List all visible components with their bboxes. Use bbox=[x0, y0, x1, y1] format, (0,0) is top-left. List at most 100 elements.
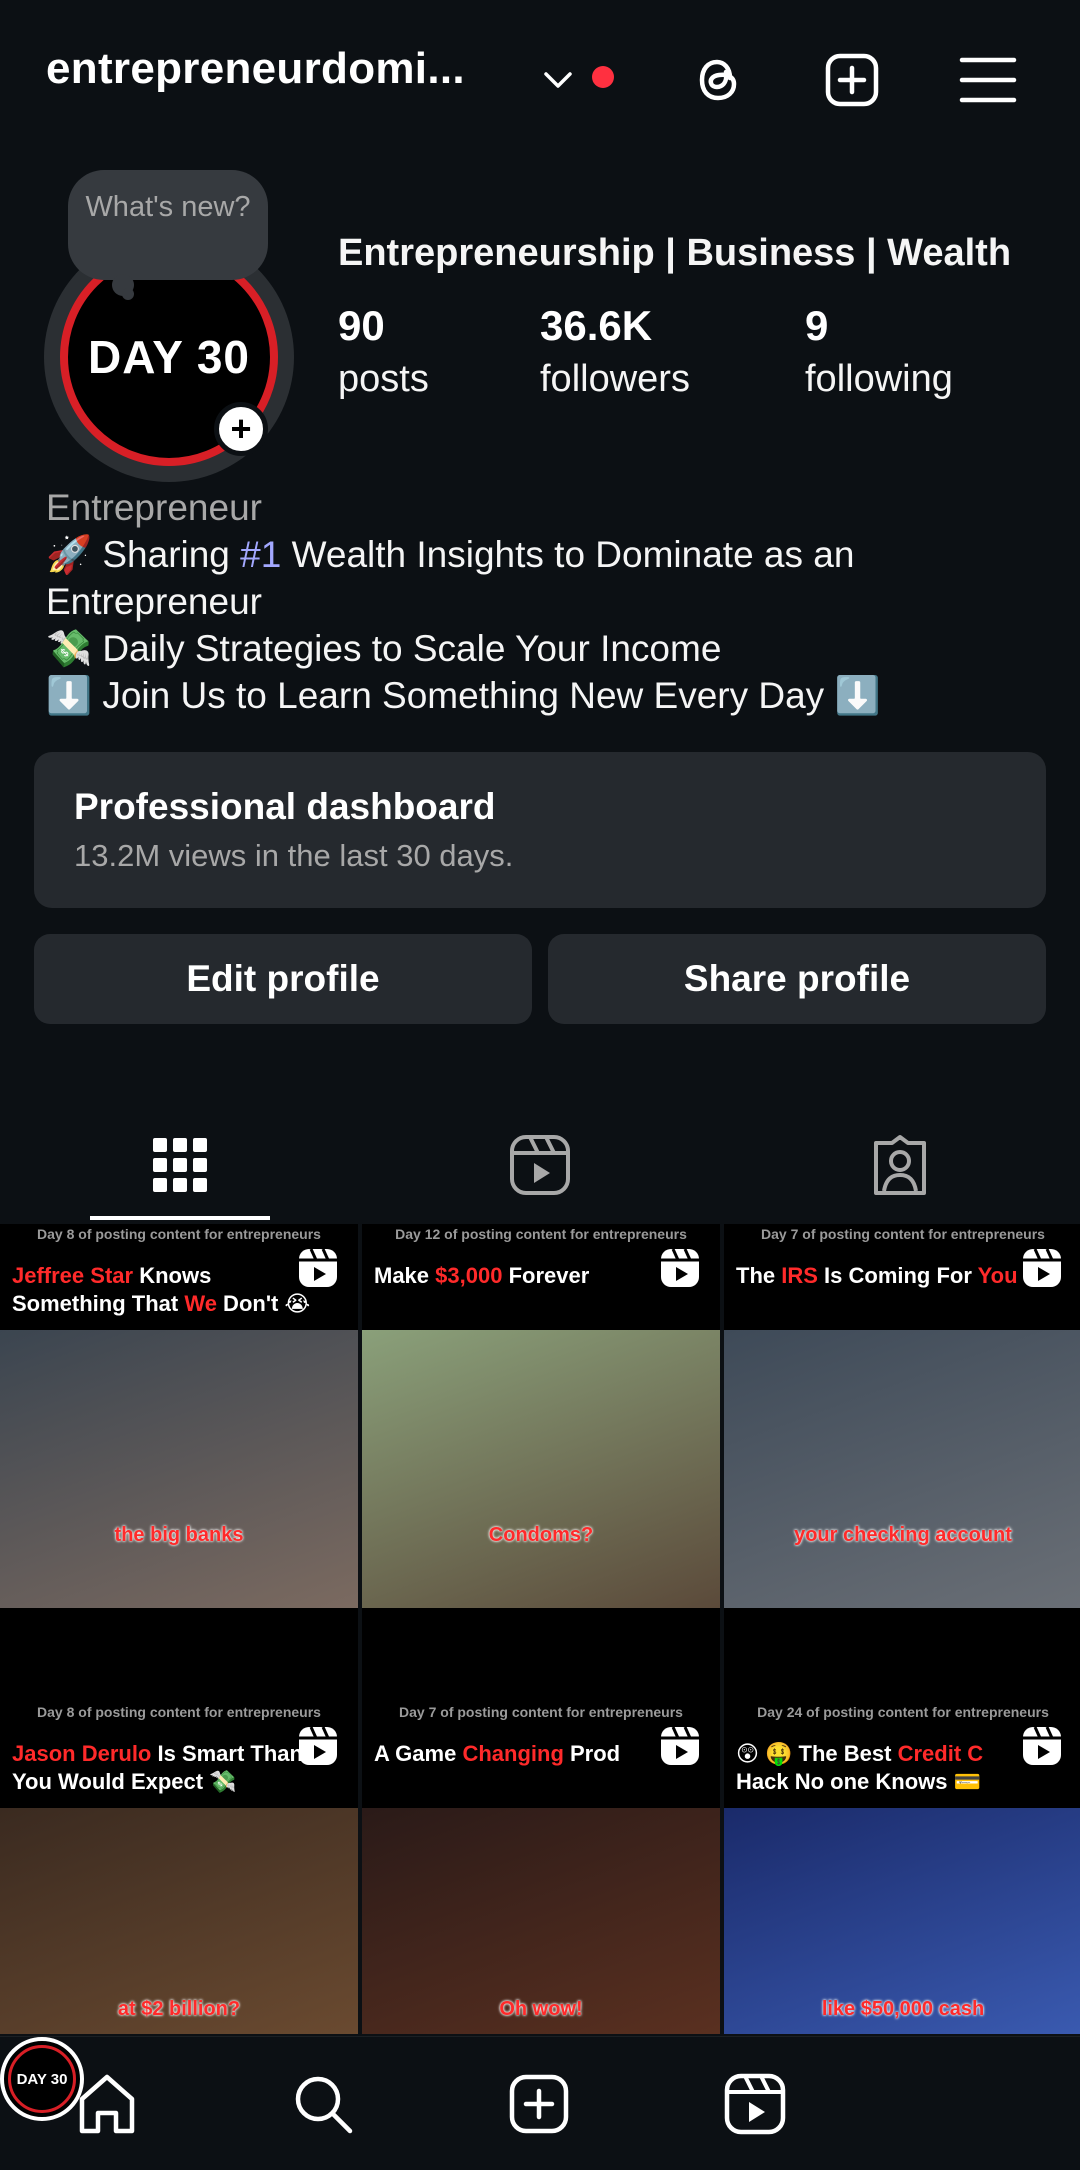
hashtag-link[interactable]: #1 bbox=[240, 534, 281, 575]
create-icon[interactable] bbox=[506, 2071, 572, 2137]
post-title-part: The bbox=[736, 1263, 782, 1288]
reel-badge-icon bbox=[661, 1248, 699, 1287]
post-title: A Game Changing Prod bbox=[374, 1740, 674, 1768]
post-title: 😲 🤑 The Best Credit C Hack No one Knows … bbox=[736, 1740, 1036, 1796]
dashboard-title: Professional dashboard bbox=[74, 786, 496, 827]
post-title-part: 💸 bbox=[203, 1769, 237, 1794]
post-header: Day 7 of posting content for entrepreneu… bbox=[724, 1224, 1080, 1330]
posts-label: posts bbox=[338, 358, 429, 400]
post-title-part: Forever bbox=[502, 1263, 590, 1288]
bottom-navigation: DAY 30 bbox=[0, 2036, 1080, 2170]
post-title: Jeffree Star Knows Something That We Don… bbox=[12, 1262, 312, 1318]
stat-following[interactable]: 9 following bbox=[805, 302, 953, 401]
reel-badge-icon bbox=[661, 1726, 699, 1765]
post-tile[interactable]: Day 8 of posting content for entrepreneu… bbox=[0, 1702, 358, 2034]
post-caption: Oh wow! bbox=[499, 1998, 583, 2020]
edit-profile-button[interactable]: Edit profile bbox=[34, 934, 532, 1024]
bio: Entrepreneur 🚀 Sharing #1 Wealth Insight… bbox=[46, 484, 1046, 719]
post-caption: your checking account bbox=[794, 1524, 1012, 1546]
post-day-label: Day 12 of posting content for entreprene… bbox=[395, 1226, 687, 1242]
post-header: Day 7 of posting content for entrepreneu… bbox=[362, 1702, 720, 1808]
post-day-label: Day 7 of posting content for entrepreneu… bbox=[399, 1704, 683, 1720]
bio-name: Entrepreneur bbox=[46, 487, 262, 528]
post-title-part: $3,000 bbox=[435, 1263, 503, 1288]
rocket-emoji: 🚀 bbox=[46, 534, 93, 575]
create-icon[interactable] bbox=[820, 48, 884, 112]
professional-dashboard[interactable]: Professional dashboard 13.2M views in th… bbox=[34, 752, 1046, 908]
active-tab-indicator bbox=[90, 1216, 270, 1220]
home-icon[interactable] bbox=[74, 2071, 140, 2137]
post-title-part: Hack No one Knows 💳 bbox=[736, 1769, 981, 1794]
post-caption: at $2 billion? bbox=[117, 1998, 241, 2020]
profile-avatar-text: DAY 30 bbox=[8, 2045, 76, 2113]
post-title-part: Make bbox=[374, 1263, 436, 1288]
post-title-part: 😲 🤑 The Best bbox=[736, 1741, 898, 1766]
tab-tagged[interactable] bbox=[720, 1110, 1080, 1220]
search-icon[interactable] bbox=[290, 2071, 356, 2137]
profile-screen: entrepreneurdomi... DAY 30 + What's new?… bbox=[0, 0, 1080, 2170]
chevron-down-icon[interactable] bbox=[540, 62, 576, 98]
post-title-part: Jason Derulo bbox=[12, 1741, 152, 1766]
stat-posts[interactable]: 90 posts bbox=[338, 302, 429, 401]
post-title-part: You bbox=[977, 1263, 1018, 1288]
reel-badge-icon bbox=[299, 1248, 337, 1287]
post-title-part: IRS bbox=[781, 1263, 818, 1288]
avatar-text: DAY 30 bbox=[87, 331, 250, 383]
post-title: Make $3,000 Forever bbox=[374, 1262, 674, 1290]
bio-line-1-pre: Sharing bbox=[92, 534, 241, 575]
posts-count: 90 bbox=[338, 302, 385, 349]
post-header: Day 8 of posting content for entrepreneu… bbox=[0, 1702, 358, 1808]
followers-label: followers bbox=[540, 358, 690, 400]
followers-count: 36.6K bbox=[540, 302, 653, 349]
reel-badge-icon bbox=[1023, 1248, 1061, 1287]
post-tile[interactable]: Day 24 of posting content for entreprene… bbox=[724, 1702, 1080, 2034]
post-title-part: Changing bbox=[462, 1741, 564, 1766]
reels-icon[interactable] bbox=[722, 2071, 788, 2137]
post-caption: Condoms? bbox=[488, 1524, 594, 1546]
post-day-label: Day 8 of posting content for entrepreneu… bbox=[37, 1704, 321, 1720]
post-tile[interactable]: Day 8 of posting content for entrepreneu… bbox=[0, 1224, 358, 1704]
share-profile-button[interactable]: Share profile bbox=[548, 934, 1046, 1024]
post-footer bbox=[0, 1608, 358, 1704]
post-tile[interactable]: Day 7 of posting content for entrepreneu… bbox=[724, 1224, 1080, 1704]
bio-line-3: ⬇️ Join Us to Learn Something New Every … bbox=[46, 675, 881, 716]
reel-badge-icon bbox=[299, 1726, 337, 1765]
post-tile[interactable]: Day 7 of posting content for entrepreneu… bbox=[362, 1702, 720, 2034]
threads-icon[interactable] bbox=[686, 48, 750, 112]
post-title-part: Prod bbox=[563, 1741, 621, 1766]
post-title: Jason Derulo Is Smart Than You Would Exp… bbox=[12, 1740, 312, 1796]
tab-reels[interactable] bbox=[360, 1110, 720, 1220]
post-footer bbox=[362, 1608, 720, 1704]
profile-avatar[interactable]: DAY 30 bbox=[0, 2037, 84, 2121]
notification-dot bbox=[592, 66, 614, 88]
stat-followers[interactable]: 36.6K followers bbox=[540, 302, 690, 401]
following-count: 9 bbox=[805, 302, 829, 349]
note-bubble[interactable]: What's new? bbox=[68, 170, 268, 280]
post-title: The IRS Is Coming For You bbox=[736, 1262, 1036, 1290]
note-bubble-tail-small bbox=[122, 288, 134, 300]
top-bar: entrepreneurdomi... bbox=[0, 0, 1080, 150]
profile-tabs bbox=[0, 1110, 1080, 1220]
dashboard-subtitle: 13.2M views in the last 30 days. bbox=[74, 838, 514, 873]
reel-badge-icon bbox=[1023, 1726, 1061, 1765]
post-header: Day 8 of posting content for entrepreneu… bbox=[0, 1224, 358, 1330]
post-caption: the big banks bbox=[114, 1524, 244, 1546]
post-title-part: We bbox=[184, 1291, 217, 1316]
post-title-part: A Game bbox=[374, 1741, 463, 1766]
profile-category: Entrepreneurship | Business | Wealth bbox=[338, 232, 1012, 274]
post-tile[interactable]: Day 12 of posting content for entreprene… bbox=[362, 1224, 720, 1704]
post-day-label: Day 24 of posting content for entreprene… bbox=[757, 1704, 1049, 1720]
tab-posts-grid[interactable] bbox=[0, 1110, 360, 1220]
post-thumbnail bbox=[724, 1330, 1080, 1608]
post-header: Day 12 of posting content for entreprene… bbox=[362, 1224, 720, 1330]
reels-icon bbox=[510, 1135, 570, 1195]
tagged-icon bbox=[874, 1135, 926, 1195]
menu-icon[interactable] bbox=[956, 48, 1020, 112]
bio-line-1: 🚀 Sharing #1 Wealth Insights to Dominate… bbox=[46, 531, 1046, 625]
post-title-part: Don't 😭 bbox=[216, 1291, 311, 1316]
username[interactable]: entrepreneurdomi... bbox=[46, 44, 465, 94]
bio-line-2: 💸 Daily Strategies to Scale Your Income bbox=[46, 628, 722, 669]
post-title-part: Is Smart bbox=[151, 1741, 245, 1766]
post-header: Day 24 of posting content for entreprene… bbox=[724, 1702, 1080, 1808]
add-story-button[interactable]: + bbox=[214, 402, 268, 456]
